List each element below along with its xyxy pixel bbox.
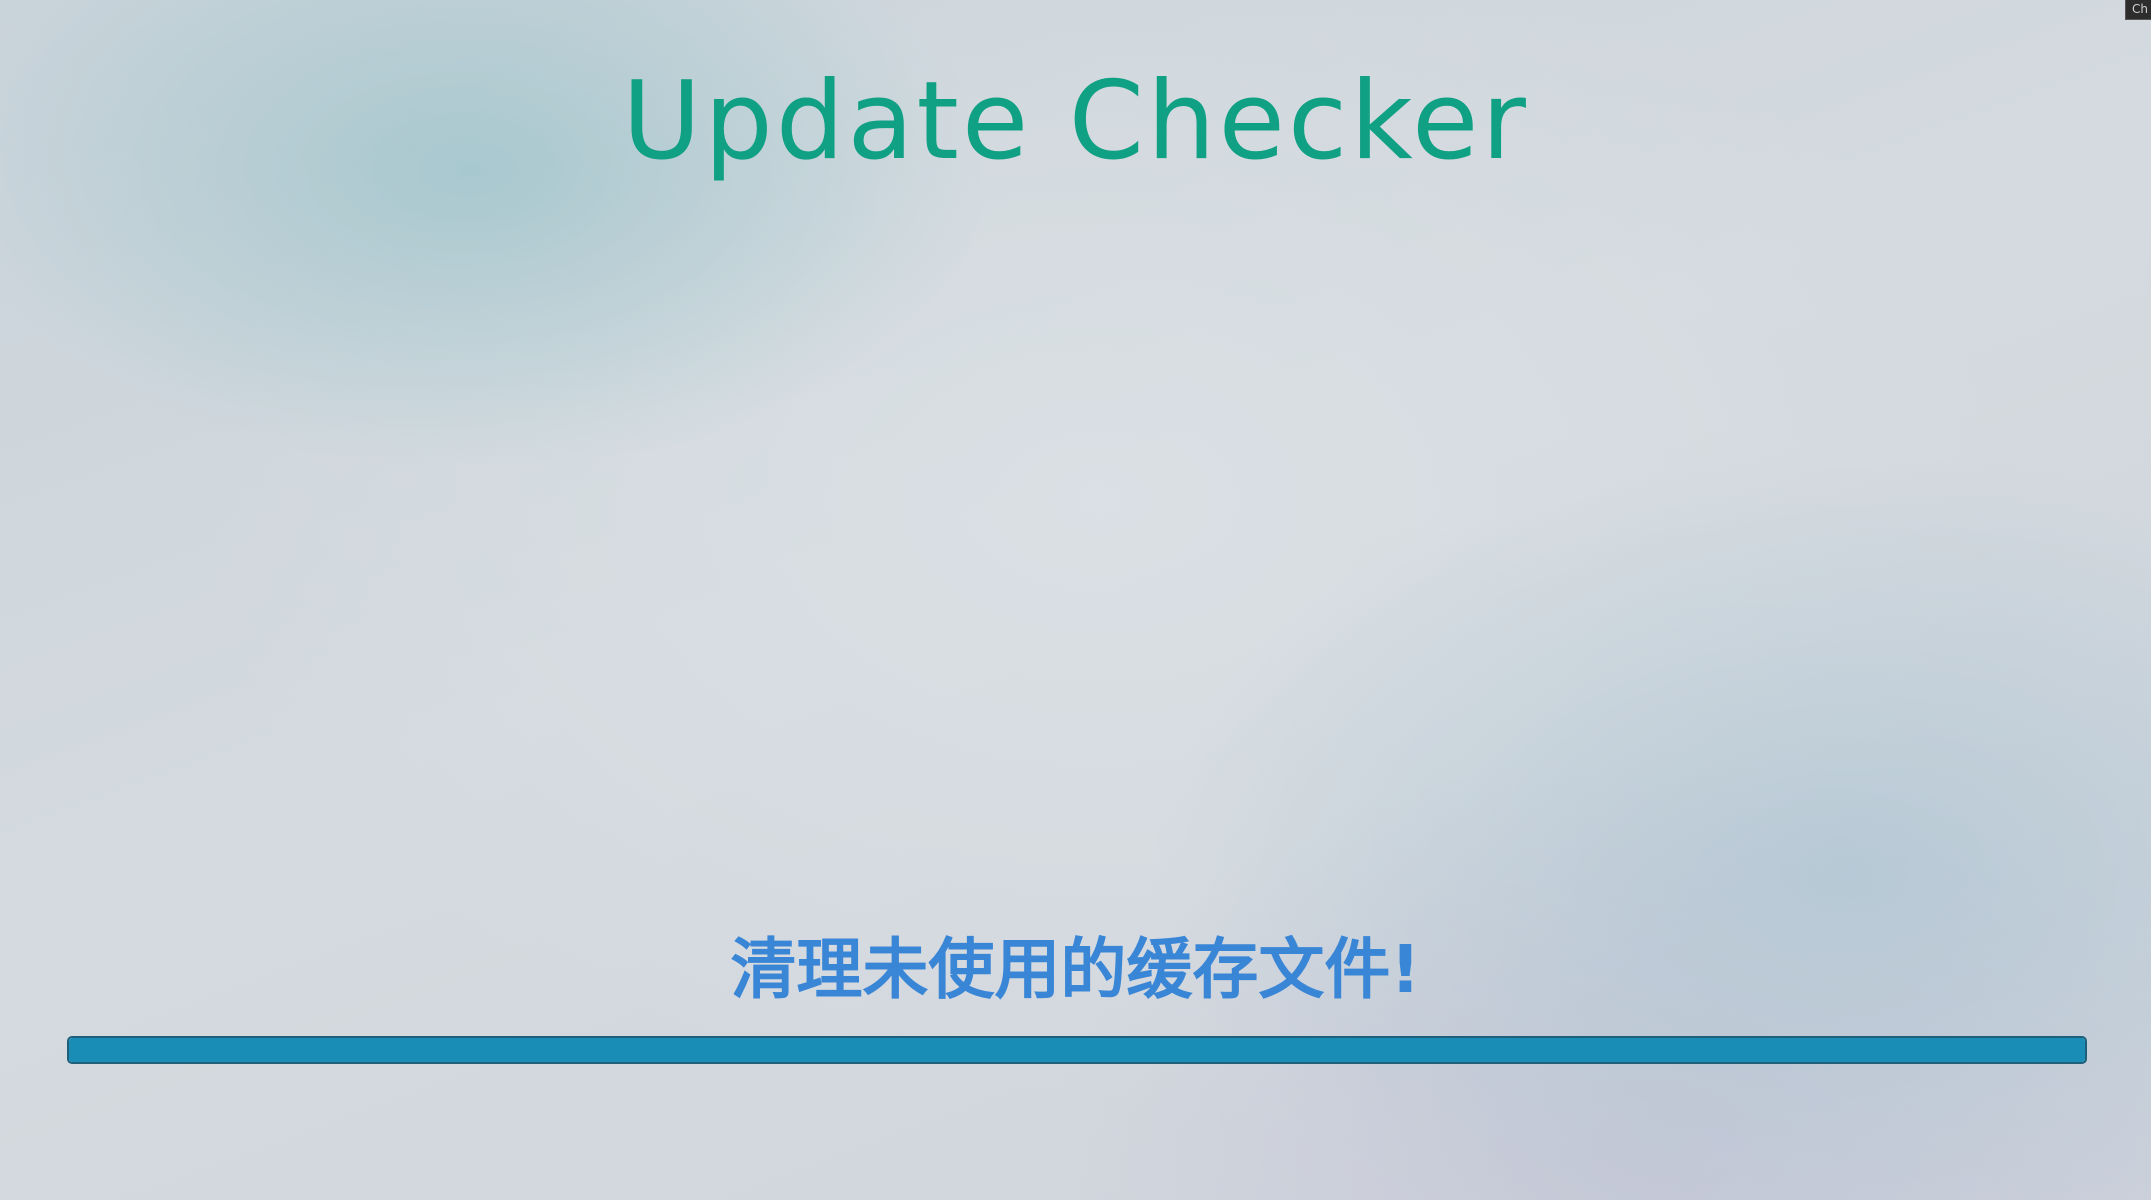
corner-tag: Ch (2125, 0, 2151, 20)
status-message: 清理未使用的缓存文件! (730, 931, 1421, 1008)
app-title: Update Checker (622, 59, 1529, 184)
progress-bar-fill (69, 1038, 2085, 1062)
progress-bar (67, 1036, 2087, 1064)
